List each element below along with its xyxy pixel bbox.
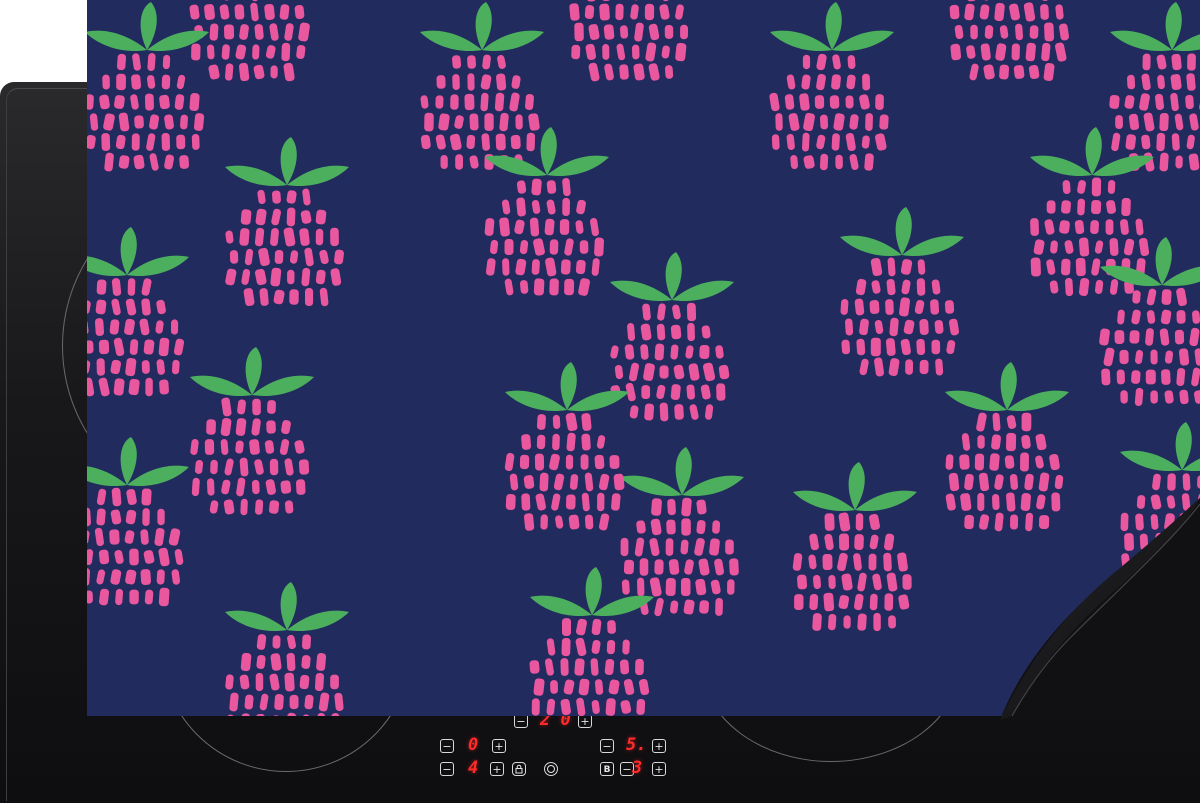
zone5-plus-button[interactable]: + [652,762,666,776]
mat-curled-corner [1000,498,1200,720]
raspberry [949,0,1070,82]
raspberry-body [225,634,344,716]
raspberry-leaves [225,137,349,187]
raspberry-leaves [225,582,349,632]
zone2-plus-button[interactable]: + [492,739,506,753]
raspberry-leaves [1110,2,1200,52]
raspberry-leaves [420,2,544,52]
raspberry-body [484,178,604,296]
raspberry [189,0,310,82]
raspberry [1109,2,1200,172]
lock-icon[interactable] [512,762,526,776]
raspberry-body [610,302,730,422]
raspberry [792,462,917,632]
raspberry-leaves [610,252,734,302]
raspberry [87,227,189,397]
raspberry [840,207,964,377]
raspberry-body [949,0,1070,82]
raspberry-body [87,53,205,172]
zone2-power-display: 0 [468,735,479,755]
raspberry [225,137,349,307]
zone4-minus-button[interactable]: − [440,762,454,776]
raspberry-body [420,54,540,170]
raspberry-leaves [770,2,894,52]
raspberry-leaves [840,207,964,257]
raspberry [620,447,744,617]
raspberry-body [225,188,344,307]
raspberry-leaves [945,362,1069,412]
raspberry-body [769,53,889,171]
raspberry [225,582,349,716]
raspberry-body [529,618,650,716]
raspberry-body [87,278,185,397]
raspberry-body [87,487,184,607]
raspberry [504,362,629,531]
zone3-plus-button[interactable]: + [652,739,666,753]
raspberry [569,0,689,82]
raspberry-body [792,512,912,632]
raspberry-leaves [530,567,654,617]
zone4-plus-button[interactable]: + [490,762,504,776]
raspberry-leaves [793,462,917,512]
raspberry-leaves [1030,127,1154,177]
zone1-minus-button[interactable]: − [514,714,528,728]
raspberry-leaves [1120,422,1200,472]
raspberry [610,252,734,422]
timer-icon[interactable] [544,762,558,776]
raspberry-body [1109,53,1200,172]
raspberry-leaves [620,447,744,497]
zone5-power-display: 3 [632,758,643,778]
raspberry-body [189,0,310,82]
zone1-plus-button[interactable]: + [578,714,592,728]
zone2-minus-button[interactable]: − [440,739,454,753]
raspberry-leaves [190,347,314,397]
raspberry [190,347,314,516]
raspberry [484,127,609,296]
raspberry-body [504,412,625,531]
raspberry-body [190,397,310,516]
hob-control-panel: − 2 0 + − 0 + − 5. + − 4 + B − 3 + [420,712,700,802]
zone3-power-display: 5. [626,735,647,755]
zone4-power-display: 4 [468,758,479,778]
raspberry-leaves [87,227,189,277]
zone3-minus-button[interactable]: − [600,739,614,753]
raspberry [87,437,189,607]
raspberry-leaves [505,362,629,412]
raspberry-body [569,0,689,82]
raspberry [769,2,894,171]
zone5-minus-button[interactable]: B [600,762,614,776]
raspberry-body [1099,287,1200,406]
raspberry-leaves [87,437,189,487]
raspberry-body [840,257,960,377]
raspberry [420,2,544,170]
raspberry [87,2,209,172]
raspberry [529,567,654,716]
